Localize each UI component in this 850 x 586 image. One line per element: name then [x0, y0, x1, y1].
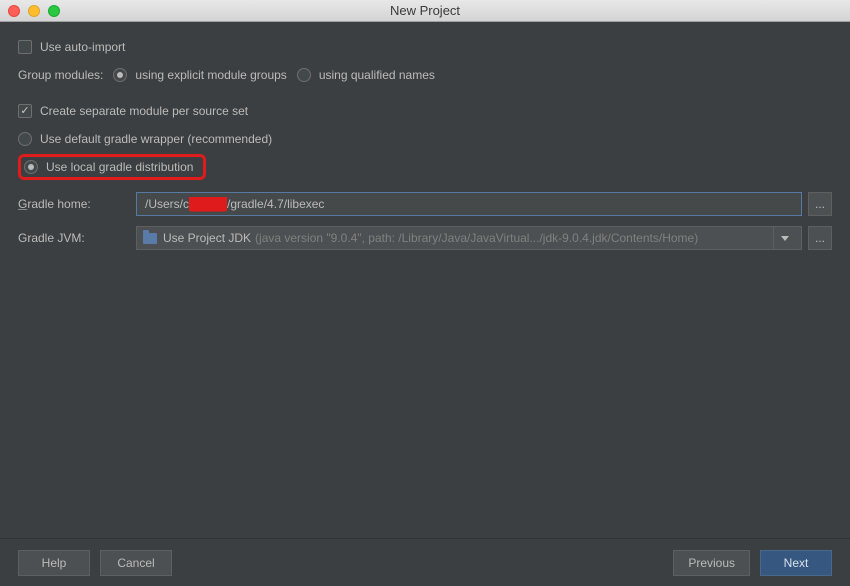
create-separate-row[interactable]: Create separate module per source set	[18, 104, 832, 118]
next-button[interactable]: Next	[760, 550, 832, 576]
gradle-jvm-row: Gradle JVM: Use Project JDK (java versio…	[18, 226, 832, 250]
radio-local-distribution[interactable]	[24, 160, 38, 174]
close-icon[interactable]	[8, 5, 20, 17]
group-modules-row: Group modules: using explicit module gro…	[18, 68, 832, 82]
radio-explicit-label: using explicit module groups	[135, 68, 286, 82]
gradle-home-value-prefix: /Users/c	[145, 197, 189, 211]
radio-qualified-label: using qualified names	[319, 68, 435, 82]
gradle-home-row: Gradle home: /Users/c████/gradle/4.7/lib…	[18, 192, 832, 216]
gradle-home-redacted: ████	[189, 197, 227, 211]
group-modules-label: Group modules:	[18, 68, 103, 82]
gradle-jvm-label: Gradle JVM:	[18, 231, 136, 245]
auto-import-checkbox[interactable]	[18, 40, 32, 54]
titlebar: New Project	[0, 0, 850, 22]
window-title: New Project	[0, 3, 850, 18]
gradle-home-label: Gradle home:	[18, 197, 136, 211]
chevron-down-icon[interactable]	[773, 227, 795, 249]
dialog-content: Use auto-import Group modules: using exp…	[0, 22, 850, 250]
auto-import-label: Use auto-import	[40, 40, 125, 54]
default-wrapper-row[interactable]: Use default gradle wrapper (recommended)	[18, 132, 832, 146]
gradle-jvm-browse-button[interactable]: ...	[808, 226, 832, 250]
auto-import-row[interactable]: Use auto-import	[18, 40, 832, 54]
gradle-home-browse-button[interactable]: ...	[808, 192, 832, 216]
radio-explicit-groups[interactable]	[113, 68, 127, 82]
local-distribution-highlight: Use local gradle distribution	[18, 154, 206, 180]
create-separate-label: Create separate module per source set	[40, 104, 248, 118]
gradle-jvm-select[interactable]: Use Project JDK (java version "9.0.4", p…	[136, 226, 802, 250]
help-button[interactable]: Help	[18, 550, 90, 576]
previous-button[interactable]: Previous	[673, 550, 750, 576]
gradle-jvm-hint: (java version "9.0.4", path: /Library/Ja…	[255, 231, 767, 245]
gradle-home-value-suffix: /gradle/4.7/libexec	[227, 197, 324, 211]
create-separate-checkbox[interactable]	[18, 104, 32, 118]
gradle-home-input[interactable]: /Users/c████/gradle/4.7/libexec	[136, 192, 802, 216]
window-controls	[8, 5, 60, 17]
radio-default-wrapper[interactable]	[18, 132, 32, 146]
maximize-icon[interactable]	[48, 5, 60, 17]
local-distribution-label: Use local gradle distribution	[46, 160, 193, 174]
folder-icon	[143, 233, 157, 244]
default-wrapper-label: Use default gradle wrapper (recommended)	[40, 132, 272, 146]
gradle-jvm-selected: Use Project JDK	[163, 231, 251, 245]
dialog-footer: Help Cancel Previous Next	[0, 538, 850, 586]
radio-qualified-names[interactable]	[297, 68, 311, 82]
cancel-button[interactable]: Cancel	[100, 550, 172, 576]
minimize-icon[interactable]	[28, 5, 40, 17]
